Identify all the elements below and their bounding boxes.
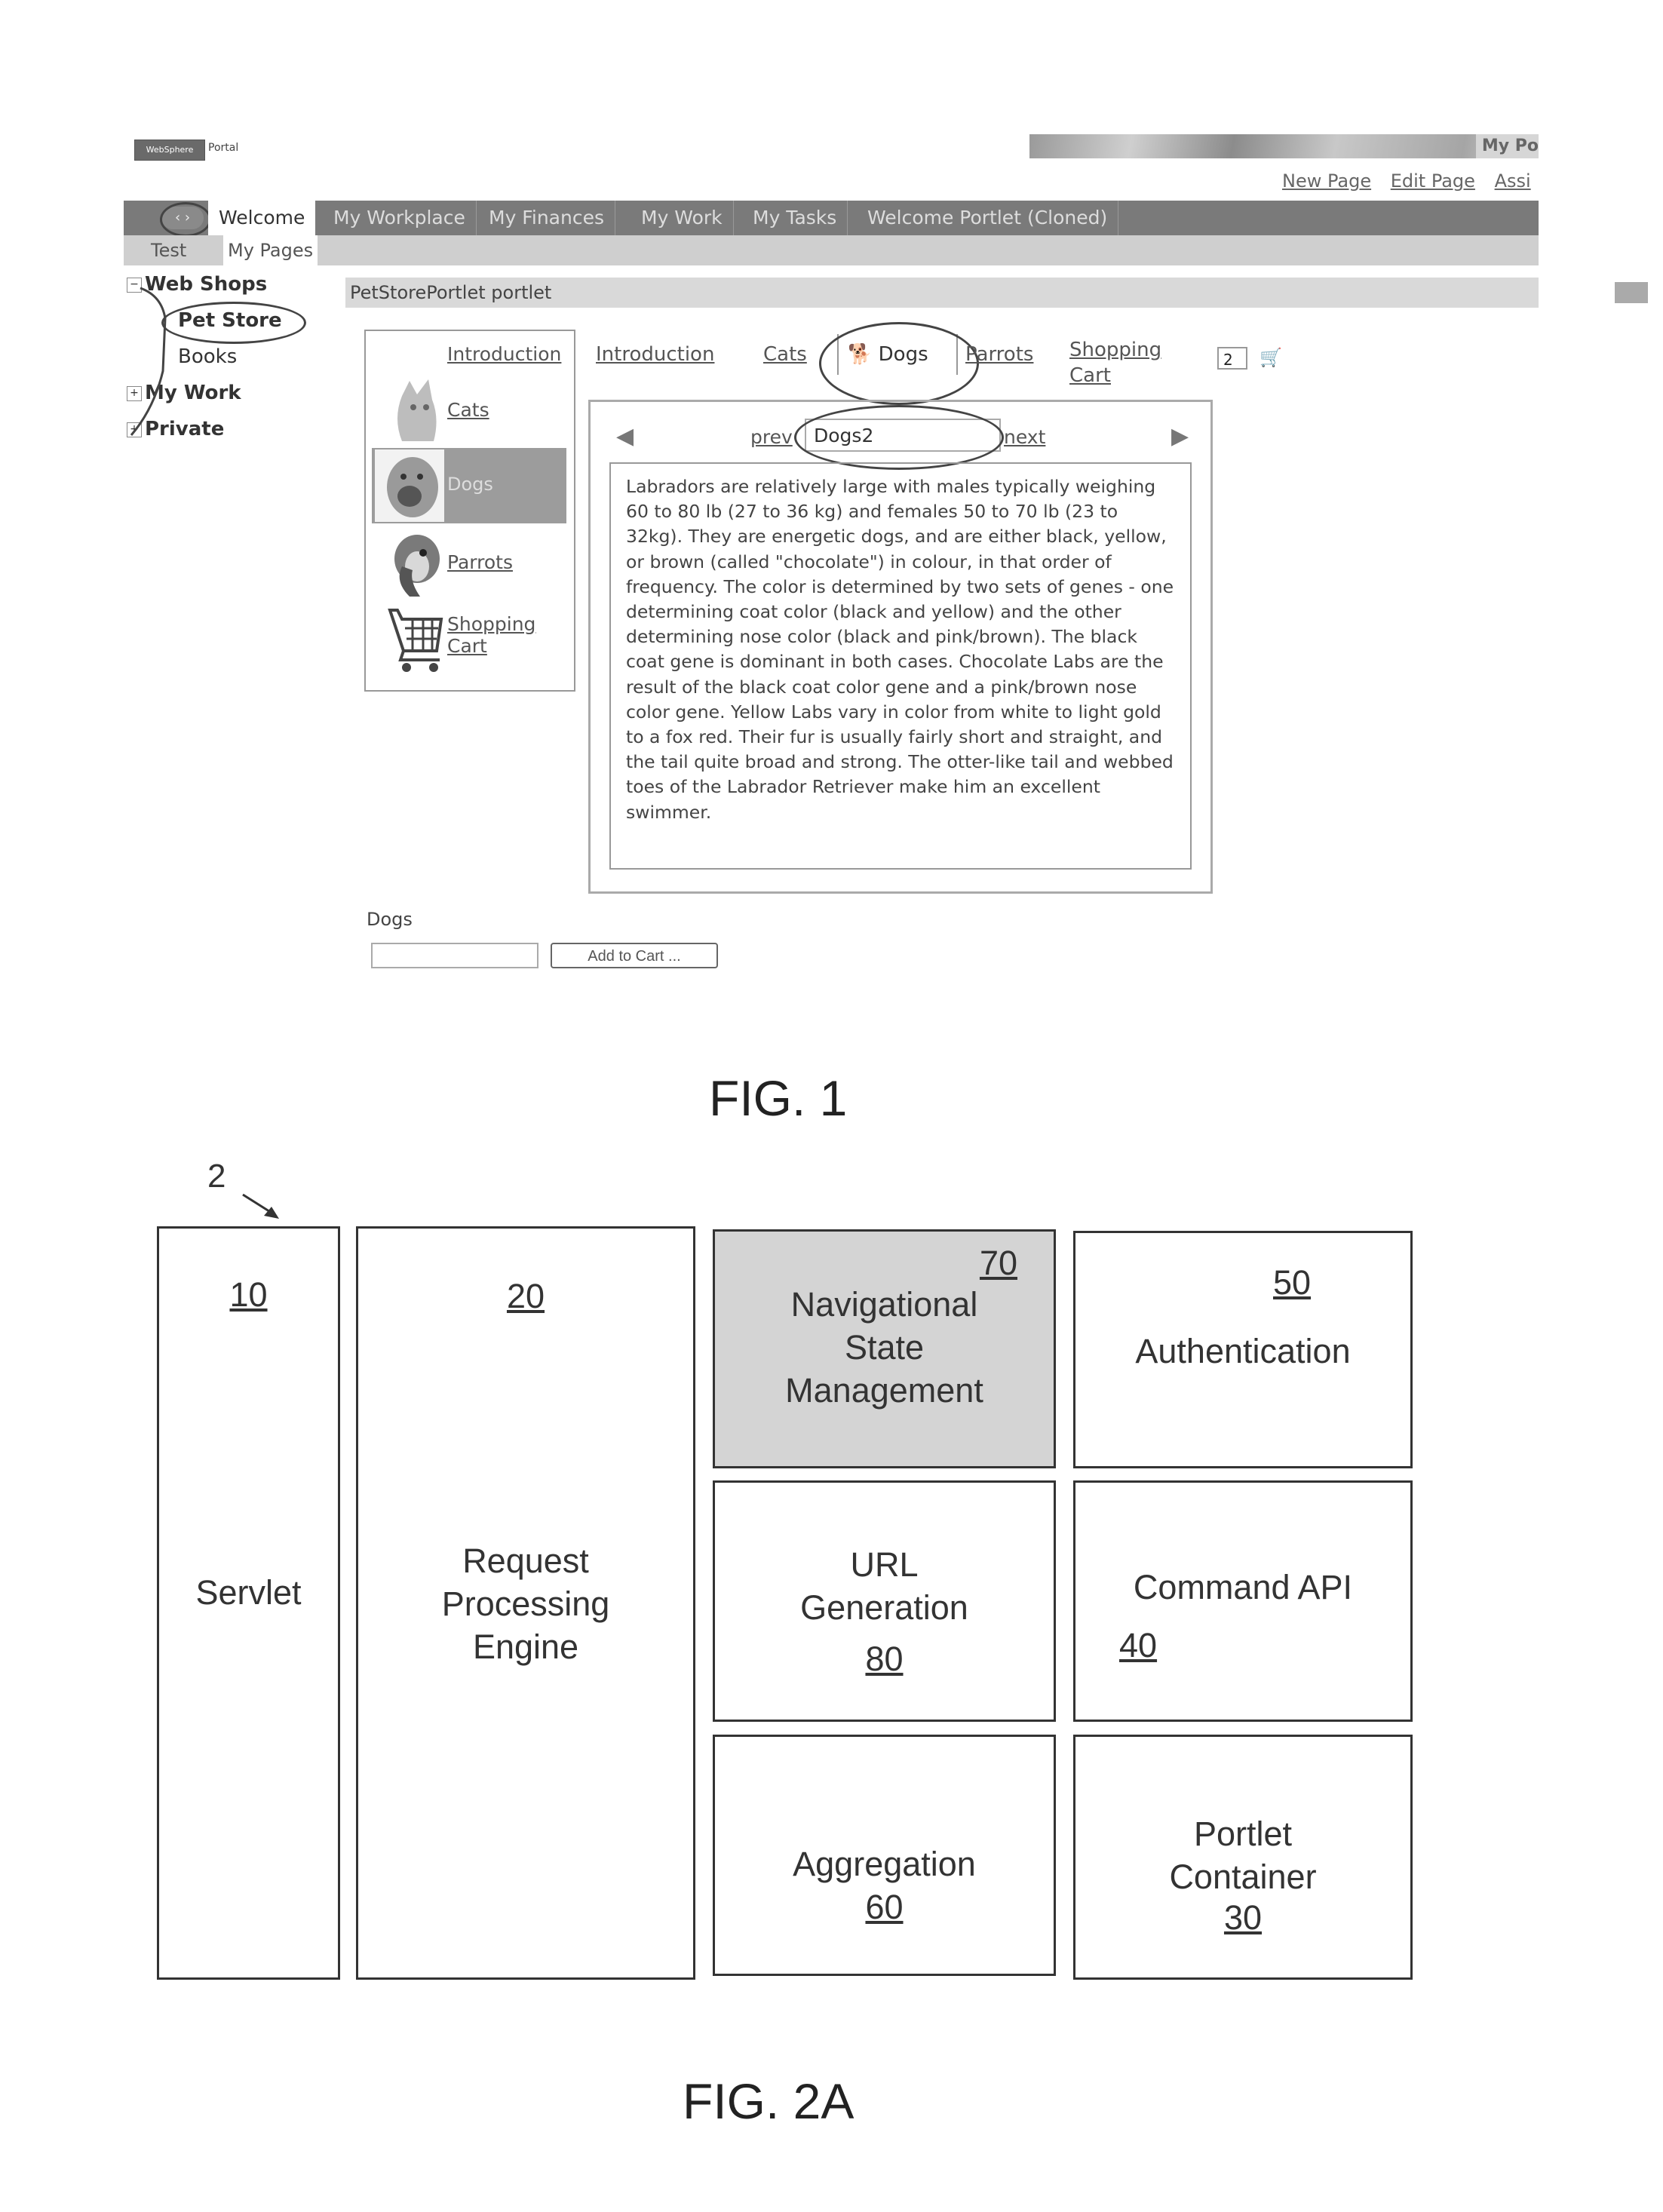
block-label: Command API: [1133, 1568, 1353, 1606]
pet-content-panel: ◀ prev Dogs2 next ▶ Labradors are relati…: [588, 400, 1213, 894]
portlet-title-bar: PetStorePortlet portlet PetStorePortlet …: [345, 278, 1648, 308]
pet-side-menu: Introduction Cats Dogs Parrots Shopping …: [364, 330, 575, 692]
side-menu-shopping-cart[interactable]: Shopping Cart: [447, 613, 535, 657]
tab-cats[interactable]: Cats: [763, 343, 807, 366]
subtab-test[interactable]: Test: [151, 235, 186, 265]
block-label: URL Generation: [800, 1545, 968, 1627]
logo-subtext: Portal: [208, 142, 239, 154]
assign-link[interactable]: Assi: [1495, 170, 1531, 192]
dog-tab-icon: 🐕: [848, 343, 873, 366]
block-aggregation: Aggregation 60: [713, 1735, 1056, 1976]
banner-title: My Po: [1475, 134, 1539, 158]
side-menu-shopping-cart-line2: Cart: [447, 635, 487, 657]
block-label: Servlet: [195, 1573, 302, 1612]
block-servlet: 10 Servlet: [157, 1226, 340, 1980]
block-request-processing-engine: 20 Request Processing Engine: [356, 1226, 695, 1980]
top-links: New Page Edit Page Assi: [1282, 170, 1545, 192]
tab-my-finances[interactable]: My Finances: [478, 201, 615, 235]
tab-introduction[interactable]: Introduction: [596, 343, 714, 366]
parrot-thumbnail-icon: [394, 535, 440, 597]
side-menu-dogs-label: Dogs: [447, 474, 493, 495]
dogs-quantity-input[interactable]: [371, 943, 538, 968]
sub-nav-bar: Test My Pages: [124, 235, 1539, 265]
block-label: Navigational State Management: [785, 1285, 983, 1410]
block-label: Request Processing Engine: [441, 1542, 610, 1666]
prev-arrow-icon[interactable]: ◀: [616, 423, 634, 449]
block-ref: 20: [506, 1277, 545, 1315]
cart-quantity: 2: [1217, 347, 1247, 370]
block-label: Authentication: [1135, 1332, 1351, 1370]
add-to-cart-button[interactable]: Add to Cart ...: [551, 943, 718, 968]
block-ref: 50: [1273, 1263, 1312, 1302]
tab-dogs-label: Dogs: [878, 343, 928, 366]
block-label: Aggregation: [793, 1845, 976, 1883]
block-navigational-state-management: 70 Navigational State Management: [713, 1229, 1056, 1468]
edit-page-link[interactable]: Edit Page: [1391, 170, 1475, 192]
tab-shopping-cart[interactable]: Shopping Cart: [1069, 337, 1161, 388]
cart-icon[interactable]: 🛒: [1260, 347, 1282, 368]
tab-my-tasks[interactable]: My Tasks: [742, 201, 848, 235]
side-menu-introduction[interactable]: Introduction: [447, 343, 561, 365]
current-page: Dogs2: [805, 419, 1001, 452]
block-authentication: 50 Authentication: [1073, 1231, 1413, 1468]
block-ref: 10: [229, 1275, 268, 1314]
dog-thumbnail-icon: [375, 449, 444, 522]
subtab-my-pages[interactable]: My Pages: [223, 235, 318, 265]
portlet-window-controls-icon[interactable]: [1615, 282, 1648, 303]
prev-link[interactable]: prev: [750, 426, 793, 448]
reference-numeral: 2: [207, 1158, 226, 1195]
websphere-logo: WebSphere: [134, 140, 205, 161]
tab-shopping-cart-line1: Shopping: [1069, 339, 1162, 361]
portlet-title: PetStorePortlet portlet: [350, 282, 552, 303]
pager: ◀ prev Dogs2 next ▶: [591, 405, 1210, 470]
figure-1-caption: FIG. 1: [709, 1070, 848, 1126]
tree-item-pet-store[interactable]: Pet Store: [178, 309, 282, 332]
side-menu-shopping-cart-line1: Shopping: [447, 613, 536, 635]
tab-my-work[interactable]: My Work: [631, 201, 734, 235]
block-url-generation: URL Generation 80: [713, 1480, 1056, 1722]
block-ref: 70: [979, 1244, 1017, 1282]
cat-thumbnail-icon: [397, 379, 437, 441]
block-portlet-container: Portlet Container 30: [1073, 1735, 1413, 1980]
form-label: Dogs: [367, 909, 413, 930]
new-page-link[interactable]: New Page: [1282, 170, 1371, 192]
figure-2a-caption: FIG. 2A: [683, 2073, 855, 2129]
tree-item-books[interactable]: Books: [178, 345, 237, 368]
block-label: Portlet Container: [1169, 1815, 1317, 1896]
header-banner: My Po: [1029, 134, 1539, 158]
tab-parrots[interactable]: Parrots: [965, 343, 1033, 366]
tab-welcome[interactable]: Welcome: [208, 201, 316, 235]
pet-description: Labradors are relatively large with male…: [609, 462, 1192, 870]
tab-shopping-cart-line2: Cart: [1069, 364, 1111, 387]
block-ref: 40: [1119, 1626, 1158, 1664]
side-menu-dogs-selected[interactable]: Dogs: [372, 448, 566, 523]
tab-dogs-selected[interactable]: 🐕 Dogs: [837, 334, 958, 375]
block-ref: 30: [1223, 1898, 1263, 1937]
next-arrow-icon[interactable]: ▶: [1171, 423, 1189, 449]
next-link[interactable]: next: [1004, 426, 1045, 448]
block-ref: 60: [865, 1888, 904, 1926]
side-menu-parrots[interactable]: Parrots: [447, 551, 513, 573]
connector-line: [130, 287, 167, 436]
block-command-api: Command API 40: [1073, 1480, 1413, 1722]
shopping-cart-icon: [388, 609, 443, 672]
tab-my-workplace[interactable]: My Workplace: [323, 201, 477, 235]
main-nav-bar: ‹ › Welcome My Workplace My Finances My …: [124, 201, 1539, 237]
tab-welcome-portlet-cloned[interactable]: Welcome Portlet (Cloned): [857, 201, 1119, 235]
block-ref: 80: [865, 1640, 904, 1678]
reference-arrow-icon: [242, 1193, 279, 1219]
side-menu-cats[interactable]: Cats: [447, 399, 489, 421]
nav-arrows-icon[interactable]: ‹ ›: [161, 207, 204, 229]
